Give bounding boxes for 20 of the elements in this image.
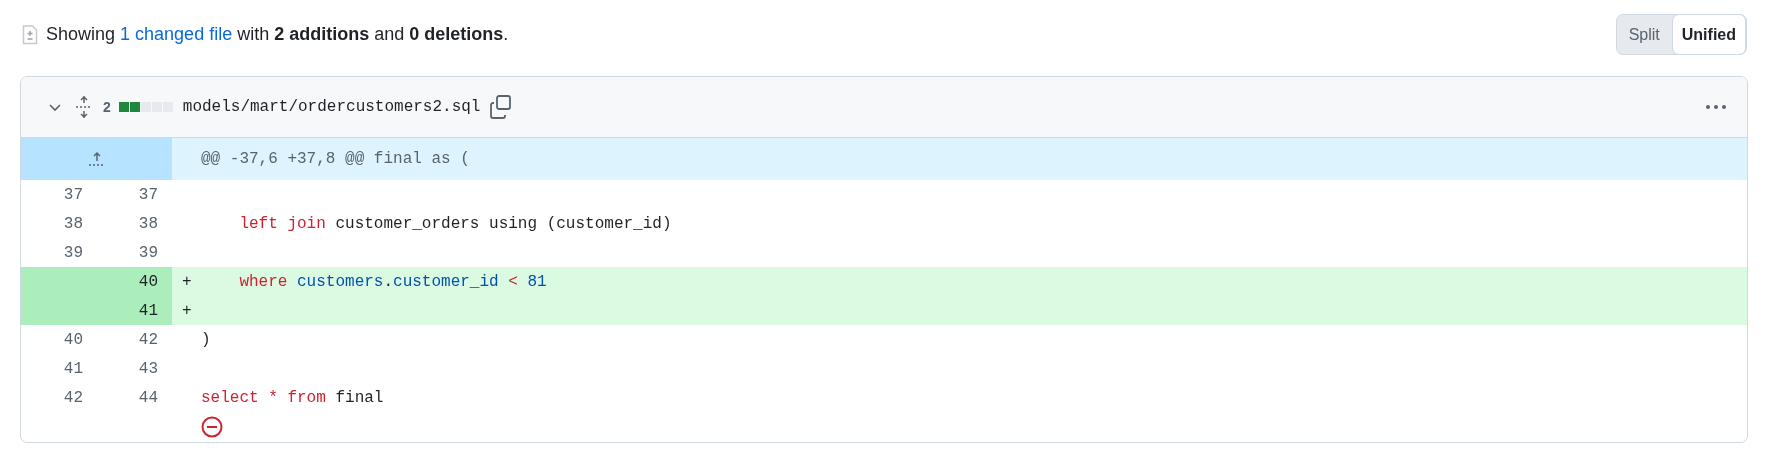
view-tab[interactable]: Split bbox=[1616, 15, 1672, 54]
hunk-header: @@ -37,6 +37,8 @@ final as ( bbox=[201, 149, 470, 170]
summary-text: Showing 1 changed file with 2 additions and 0 deletions. bbox=[46, 23, 509, 46]
code-line: select * from final bbox=[201, 387, 384, 409]
expand-up-icon bbox=[87, 151, 106, 167]
line-number-cell[interactable]: 40 bbox=[97, 267, 172, 296]
code-line: left join customer_orders using (customer_id) bbox=[238, 213, 672, 235]
view-tab[interactable]: Unified bbox=[1671, 14, 1746, 55]
changed-file-link[interactable]: 1 changed file bbox=[120, 24, 233, 44]
more-options-icon[interactable] bbox=[1705, 104, 1727, 110]
copy-icon[interactable] bbox=[490, 95, 513, 119]
code-line: ) bbox=[201, 329, 211, 351]
diff-marker: + bbox=[182, 300, 192, 322]
line-number-cell[interactable]: 41 bbox=[97, 296, 172, 325]
change-count: 2 bbox=[103, 97, 111, 117]
expand-all-icon[interactable] bbox=[75, 95, 93, 119]
code-line: where customers.customer_id < 81 bbox=[238, 271, 547, 293]
file-diff-icon bbox=[22, 24, 38, 45]
file-path[interactable]: models/mart/ordercustomers2.sql bbox=[182, 95, 481, 119]
diff-marker: + bbox=[182, 271, 192, 293]
